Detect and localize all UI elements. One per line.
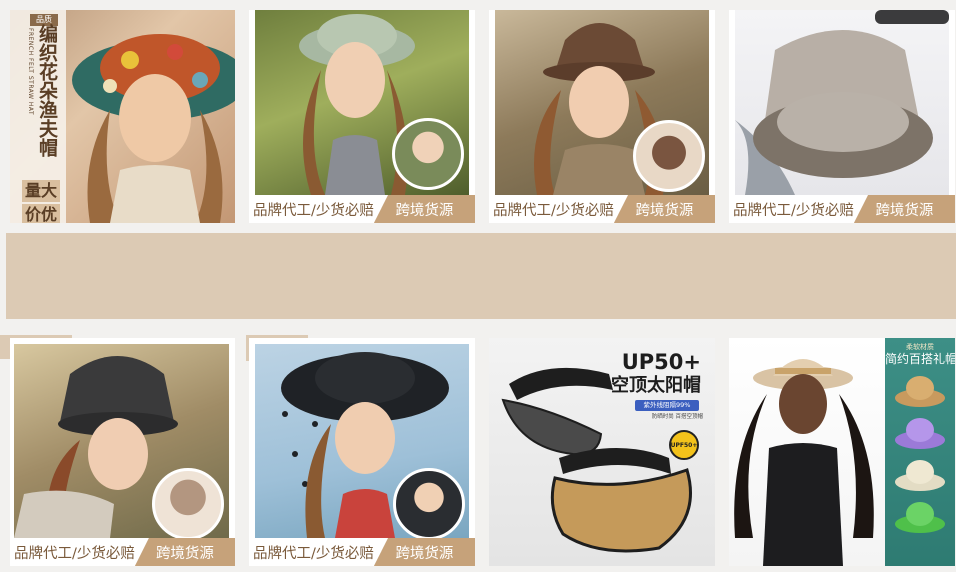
ad-headline: UP50+ 空顶太阳帽 [611,350,701,398]
cross-border-tag: 跨境货源 [134,538,235,566]
brand-oem-label: 品牌代工/少货必赔 [253,545,374,562]
product-card-4[interactable]: 品牌代工/少货必赔 跨境货源 [729,10,955,223]
badge-line-1: 量大 [22,180,60,202]
product-card-8[interactable]: 柔软材质 简约百搭礼帽 [729,338,955,566]
product-image-7[interactable]: UP50+ 空顶太阳帽 紫外线阻隔99% 防晒时尚 百搭空顶帽 UPF50+ [489,338,715,566]
product-image-5[interactable] [14,344,229,538]
product-image-2[interactable] [255,10,469,195]
brand-oem-label: 品牌代工/少货必赔 [493,202,614,219]
hat-product-photo-icon [735,10,949,195]
green-hat-icon [895,502,945,533]
ad-subtext: 防晒时尚 百搭空顶帽 [651,414,703,420]
purple-hat-icon [895,418,945,449]
ad-pill-label: 紫外线阻隔99% [635,400,699,411]
card-footer-bar: 品牌代工/少货必赔 跨境货源 [249,538,475,566]
badge-line-2: 价优 [22,204,60,223]
cross-border-tag: 跨境货源 [373,538,475,566]
card-footer-bar: 品牌代工/少货必赔 跨境货源 [249,195,475,223]
side-panel-title: 简约百搭礼帽 [885,352,955,366]
cream-hat-icon [895,460,945,491]
product-card-5[interactable]: 品牌代工/少货必赔 跨境货源 [10,338,235,566]
brand-oem-label: 品牌代工/少货必赔 [733,202,854,219]
hat-model-photo-icon [734,359,874,566]
side-feature-panel: 柔软材质 简约百搭礼帽 [885,338,955,566]
product-card-6[interactable]: 品牌代工/少货必赔 跨境货源 [249,338,475,566]
cross-border-tag: 跨境货源 [373,195,475,223]
cross-border-tag: 跨境货源 [853,195,955,223]
vertical-title-panel: 品质 FRENCH FELT STRAW HAT 编织花朵渔夫帽 量大 价优 [10,10,66,223]
upf-seal-icon: UPF50+ [669,430,699,460]
cross-border-tag: 跨境货源 [613,195,715,223]
card-footer-bar: 品牌代工/少货必赔 跨境货源 [489,195,715,223]
brand-oem-label: 品牌代工/少货必赔 [253,202,374,219]
promo-banner[interactable] [6,233,956,319]
ad-title-2: 空顶太阳帽 [611,375,701,396]
product-image-6[interactable] [255,344,469,538]
vertical-subtitle: FRENCH FELT STRAW HAT [27,28,34,116]
product-card-3[interactable]: 品牌代工/少货必赔 跨境货源 [489,10,715,223]
product-image-3[interactable] [495,10,709,195]
inset-photo [393,468,465,538]
card-footer-bar: 品牌代工/少货必赔 跨境货源 [10,538,235,566]
card-footer-bar: 品牌代工/少货必赔 跨境货源 [729,195,955,223]
ad-title-1: UP50+ [621,350,701,374]
inset-photo [392,118,464,190]
product-card-2[interactable]: 品牌代工/少货必赔 跨境货源 [249,10,475,223]
inset-photo [152,468,224,538]
product-image-4[interactable] [735,10,949,195]
price-badge: 量大 价优 [22,180,60,223]
product-card-7[interactable]: UP50+ 空顶太阳帽 紫外线阻隔99% 防晒时尚 百搭空顶帽 UPF50+ [489,338,715,566]
product-image-8[interactable]: 柔软材质 简约百搭礼帽 [729,338,955,566]
brand-oem-label: 品牌代工/少货必赔 [14,545,135,562]
inset-photo [633,120,705,192]
product-card-1[interactable]: 品质 FRENCH FELT STRAW HAT 编织花朵渔夫帽 量大 价优 [10,10,235,223]
vertical-title: 编织花朵渔夫帽 [36,24,58,157]
tan-hat-icon [895,376,945,407]
